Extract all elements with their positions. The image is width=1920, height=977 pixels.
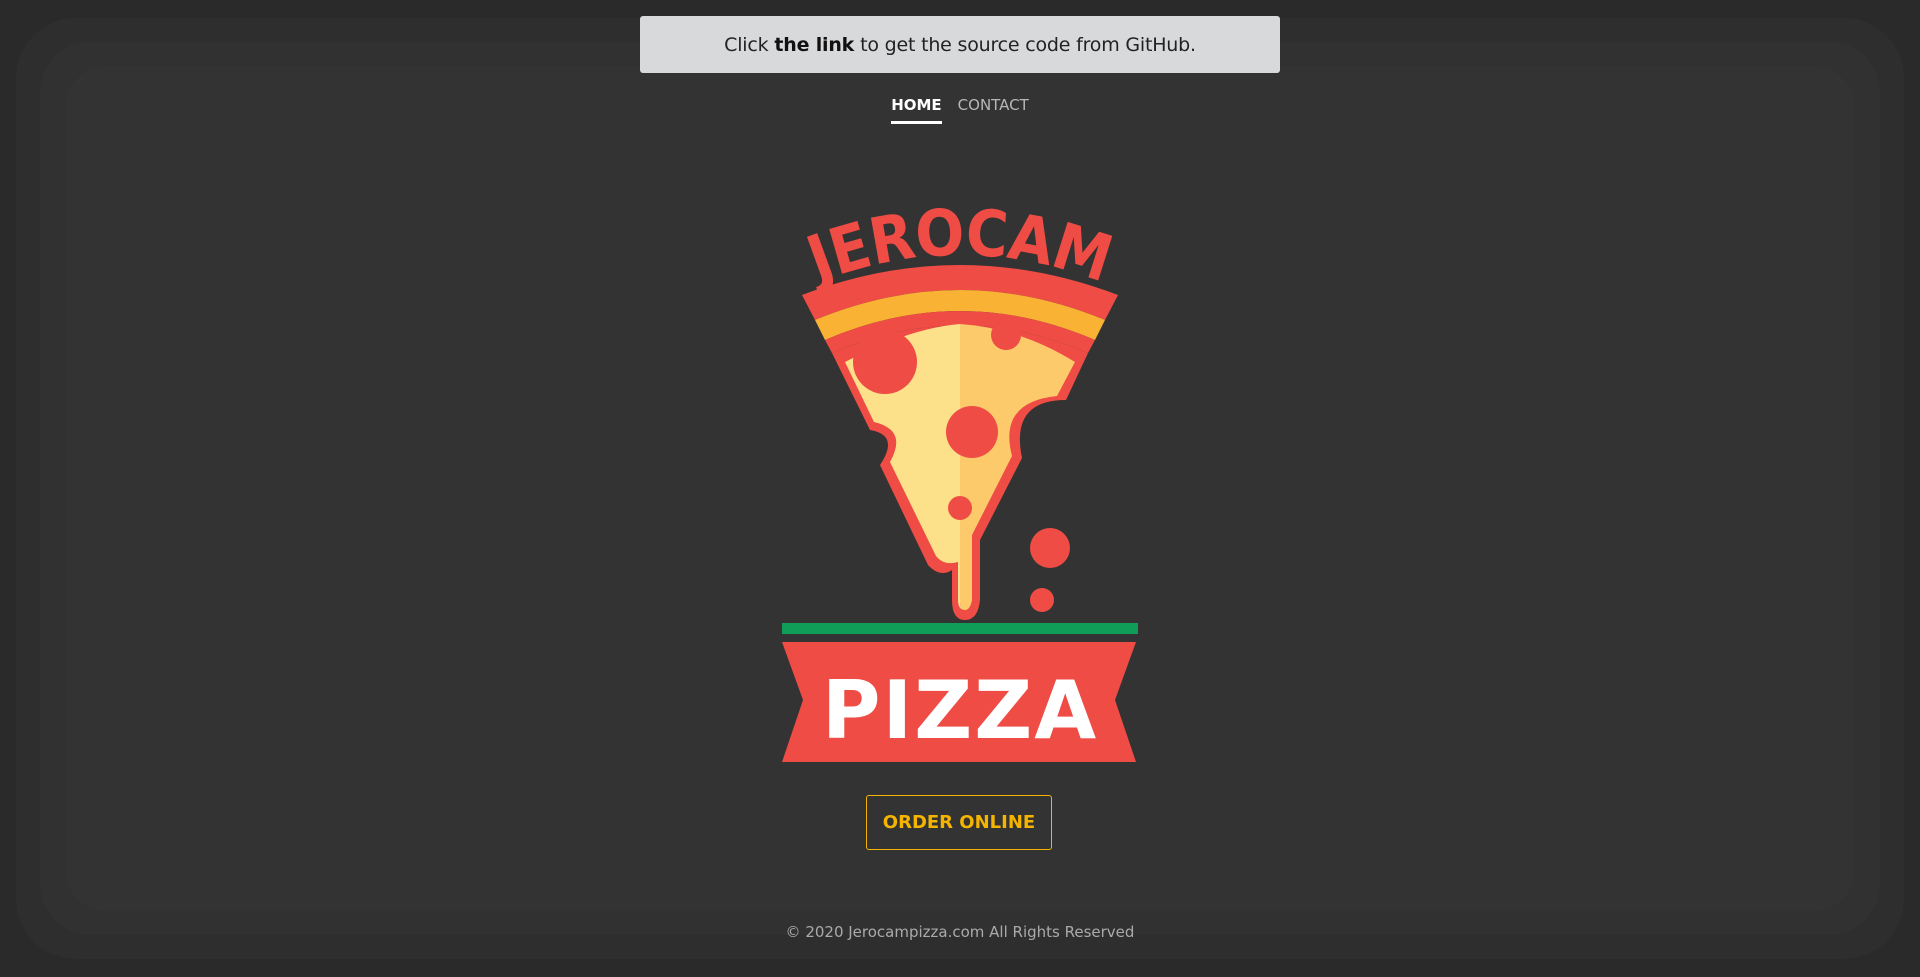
main-nav: HOME CONTACT xyxy=(0,96,1920,124)
logo-green-bar xyxy=(782,623,1138,634)
github-banner: Click the link to get the source code fr… xyxy=(640,16,1280,73)
nav-contact[interactable]: CONTACT xyxy=(958,96,1029,124)
logo-bottom-text: PIZZA xyxy=(822,664,1098,757)
nav-home[interactable]: HOME xyxy=(891,96,942,124)
banner-suffix: to get the source code from GitHub. xyxy=(860,33,1196,56)
footer-copyright: © 2020 Jerocampizza.com All Rights Reser… xyxy=(785,923,1135,941)
order-online-button[interactable]: ORDER ONLINE xyxy=(866,795,1052,850)
github-link[interactable]: the link xyxy=(774,34,854,56)
banner-prefix: Click xyxy=(724,33,769,56)
page-background: Click the link to get the source code fr… xyxy=(0,0,1920,977)
jerocam-pizza-logo: JEROCAM PIZZA xyxy=(782,196,1138,762)
